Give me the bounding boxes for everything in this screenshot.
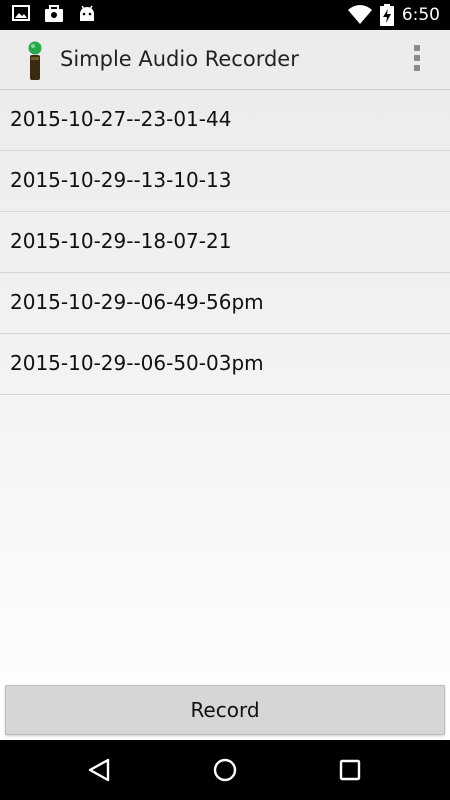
list-item[interactable]: 2015-10-29--06-50-03pm [0, 334, 450, 395]
overflow-menu-icon[interactable] [412, 45, 422, 75]
action-bar: Simple Audio Recorder [0, 30, 450, 90]
home-icon[interactable] [212, 757, 238, 783]
recents-icon[interactable] [339, 759, 361, 781]
battery-charging-icon [379, 4, 394, 26]
recording-label: 2015-10-29--06-49-56pm [10, 290, 264, 314]
list-item[interactable]: 2015-10-29--06-49-56pm [0, 273, 450, 334]
status-bar: 6:50 [0, 0, 450, 30]
recording-label: 2015-10-29--06-50-03pm [10, 351, 264, 375]
navigation-bar [0, 740, 450, 800]
recordings-list: 2015-10-27--23-01-44 2015-10-29--13-10-1… [0, 90, 450, 395]
image-icon [12, 5, 30, 21]
wifi-icon [347, 5, 372, 25]
app-title: Simple Audio Recorder [60, 47, 299, 71]
android-icon [80, 5, 94, 21]
record-button[interactable]: Record [5, 685, 445, 735]
back-icon[interactable] [86, 757, 112, 783]
list-item[interactable]: 2015-10-29--18-07-21 [0, 212, 450, 273]
list-item[interactable]: 2015-10-29--13-10-13 [0, 151, 450, 212]
microphone-icon [28, 41, 42, 80]
list-item[interactable]: 2015-10-27--23-01-44 [0, 90, 450, 151]
content-area: 2015-10-27--23-01-44 2015-10-29--13-10-1… [0, 90, 450, 740]
recording-label: 2015-10-27--23-01-44 [10, 107, 232, 131]
recording-label: 2015-10-29--18-07-21 [10, 229, 232, 253]
status-time: 6:50 [401, 5, 440, 25]
briefcase-icon [45, 5, 63, 22]
recording-label: 2015-10-29--13-10-13 [10, 168, 232, 192]
